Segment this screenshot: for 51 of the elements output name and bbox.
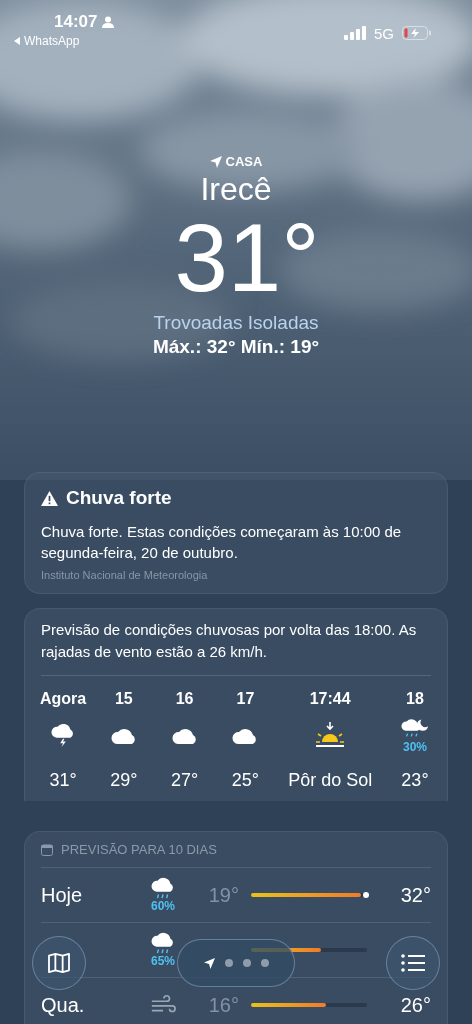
- list-button[interactable]: [386, 936, 440, 990]
- signal-icon: [344, 26, 366, 40]
- alert-source: Instituto Nacional de Meteorologia: [41, 569, 209, 581]
- sunset-icon: [314, 722, 347, 748]
- rain-moon-icon: [401, 716, 429, 740]
- map-icon: [47, 953, 71, 973]
- rain-cloud-icon: [150, 877, 176, 899]
- location-label: CASA: [225, 154, 263, 169]
- low-temperature: 19°: [207, 883, 240, 907]
- day-label: Qua.: [41, 993, 86, 1017]
- day-label: Hoje: [41, 883, 84, 907]
- current-temperature: 31°: [174, 208, 320, 308]
- precipitation-chance: 30%: [402, 740, 427, 754]
- list-icon: [401, 953, 425, 973]
- precipitation-chance: 60%: [151, 899, 175, 913]
- network-label: 5G: [374, 24, 394, 42]
- section-title: PREVISÃO PARA 10 DIAS: [61, 842, 217, 857]
- hour-value: 25°: [231, 770, 259, 791]
- forecast-summary: Previsão de condições chuvosas por volta das 18:00. As rajadas de vento estão a 26 km/h.: [41, 619, 431, 676]
- warning-icon: [41, 490, 58, 506]
- city-name: Irecê: [200, 171, 272, 208]
- hour-label: 16: [175, 690, 194, 708]
- person-icon: [102, 16, 115, 28]
- battery-icon: [402, 26, 432, 40]
- hour-value: 23°: [401, 770, 429, 791]
- hour-value: 31°: [49, 770, 77, 791]
- hour-label: 18: [406, 690, 424, 708]
- hour-value: Pôr do Sol: [288, 770, 373, 791]
- hour-value: 27°: [170, 770, 199, 791]
- high-low-text: Máx.: 32° Mín.: 19°: [152, 336, 320, 358]
- high-temperature: 26°: [399, 993, 431, 1017]
- hour-label: Agora: [39, 690, 87, 708]
- location-arrow-icon: [209, 155, 222, 168]
- map-button[interactable]: [32, 936, 86, 990]
- condition-text: Trovoadas Isoladas: [153, 312, 319, 334]
- precipitation-chance: 65%: [151, 954, 175, 968]
- status-time: 14:07: [54, 12, 98, 32]
- alert-title: Chuva forte: [66, 487, 172, 509]
- low-temperature: 16°: [207, 993, 240, 1017]
- alert-text: Chuva forte. Estas condições começaram às 10:00 de segunda-feira, 20 de outubro.: [41, 522, 403, 563]
- hour-label: 15: [114, 690, 133, 708]
- back-arrow-icon: [14, 37, 20, 45]
- high-temperature: 32°: [399, 883, 431, 907]
- hour-label: 17:44: [309, 690, 351, 708]
- calendar-icon: [41, 843, 53, 856]
- rain-cloud-icon: [150, 932, 176, 954]
- alert-card[interactable]: Chuva forte Chuva forte. Estas condições começaram às 10:00 de segunda-feira, 20 de outubro. Instituto Nacional de Meteorologia: [24, 472, 448, 594]
- hour-label: 17: [236, 690, 255, 708]
- location-arrow-icon: [203, 957, 215, 969]
- page-indicator[interactable]: [177, 939, 295, 987]
- hour-value: 29°: [110, 770, 138, 791]
